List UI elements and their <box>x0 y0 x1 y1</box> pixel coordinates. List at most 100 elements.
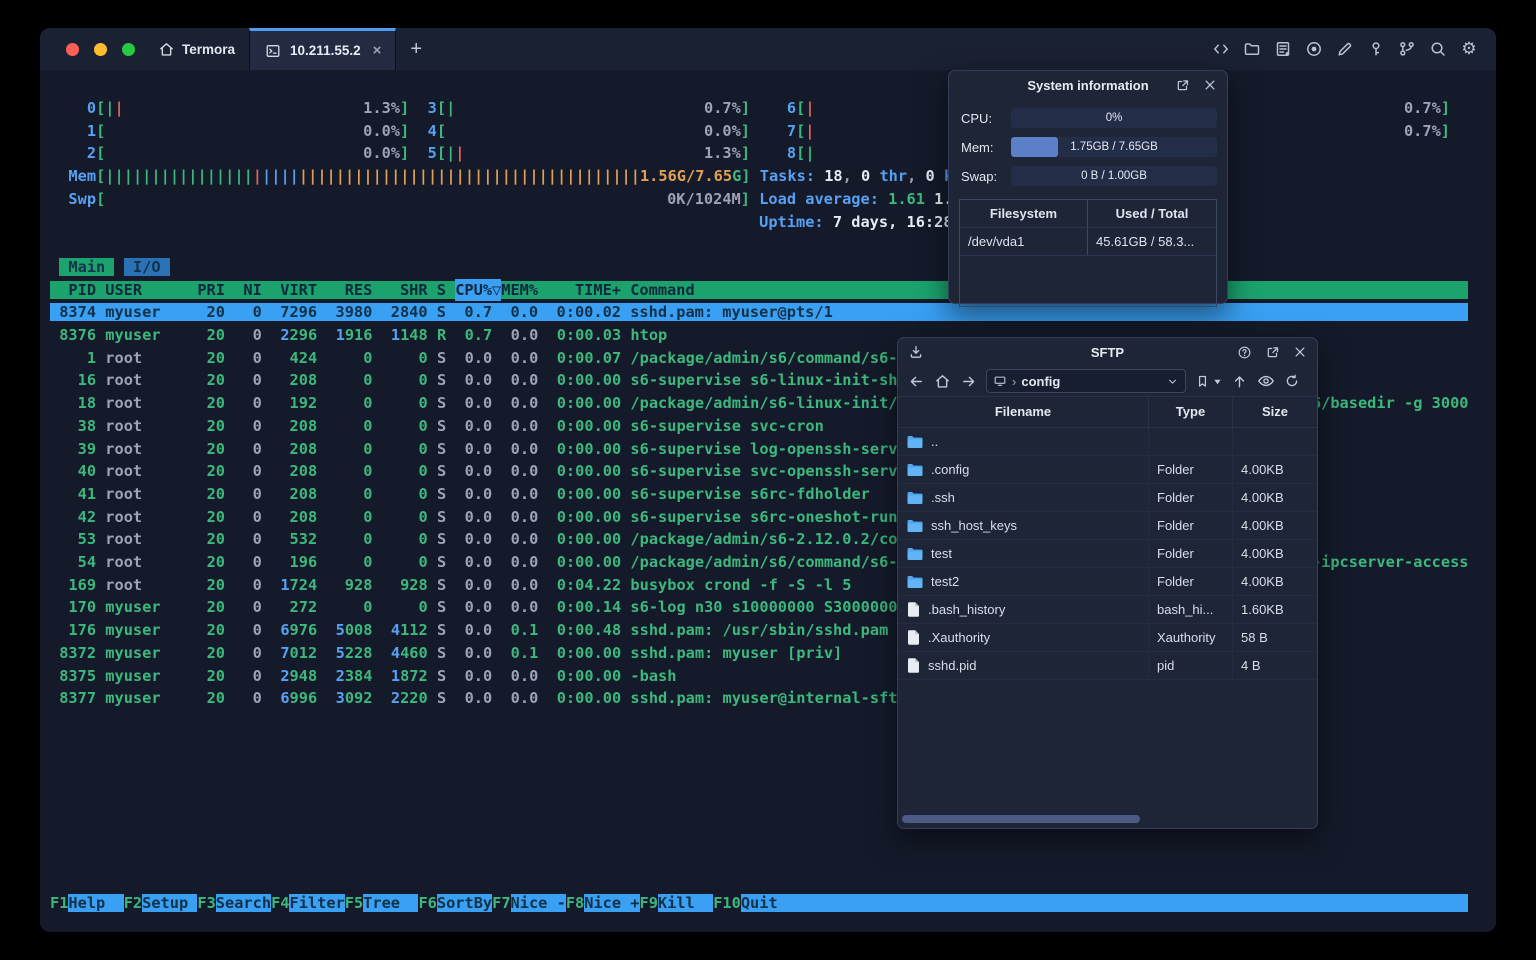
folder-icon[interactable] <box>1243 40 1261 58</box>
new-tab-button[interactable]: + <box>396 38 436 61</box>
sftp-file-row[interactable]: .. <box>898 428 1317 456</box>
close-window-button[interactable] <box>66 42 79 56</box>
file-name: .ssh <box>931 490 955 505</box>
home-icon <box>157 40 175 58</box>
type-column-header[interactable]: Type <box>1149 397 1233 427</box>
file-icon <box>907 658 920 673</box>
folder-icon <box>907 519 923 533</box>
mem-label: Mem: <box>961 139 994 155</box>
used-total-column-header: Used / Total <box>1115 206 1189 221</box>
notes-icon[interactable] <box>1274 40 1292 58</box>
path-breadcrumb[interactable]: › config <box>986 369 1186 393</box>
mem-usage-value: 1.75GB / 7.65GB <box>1070 141 1158 153</box>
htop-tab-io[interactable]: I/O <box>123 257 170 276</box>
minimize-window-button[interactable] <box>94 42 107 56</box>
open-in-window-icon[interactable] <box>1265 345 1280 360</box>
sftp-file-list: .. .config Folder 4.00KB .ssh Folder 4.00KB ssh… <box>898 428 1317 680</box>
sftp-file-row[interactable]: test Folder 4.00KB <box>898 540 1317 568</box>
fkey-F5[interactable]: Tree <box>363 893 419 912</box>
file-name: test2 <box>931 574 960 589</box>
process-table-header[interactable]: PID USER PRI NI VIRT RES SHR S CPU%▽MEM%… <box>50 278 1469 302</box>
filesystem-table: Filesystem Used / Total /dev/vda1 45.61GB… <box>959 199 1217 307</box>
upload-icon[interactable] <box>1231 373 1248 390</box>
filename-column-header[interactable]: Filename <box>898 397 1149 427</box>
zoom-window-button[interactable] <box>122 42 135 56</box>
app-title: Termora <box>182 41 236 57</box>
selected-process-row[interactable]: 8374 myuser 20 0 7296 3980 2840 S 0.7 0.… <box>50 303 1469 322</box>
file-type: pid <box>1149 652 1233 679</box>
htop-tab-main[interactable]: Main <box>59 257 115 276</box>
fkey-F10[interactable]: Quit <box>740 893 797 912</box>
bookmark-icon[interactable] <box>1195 374 1210 389</box>
swap-label: Swap: <box>961 168 998 184</box>
show-hidden-files-icon[interactable] <box>1257 372 1275 390</box>
open-in-window-icon[interactable] <box>1175 78 1190 93</box>
forward-icon[interactable] <box>960 373 977 390</box>
fkey-F2[interactable]: Setup <box>142 893 198 912</box>
fkey-F7[interactable]: Nice - <box>510 893 566 912</box>
close-panel-icon[interactable] <box>1293 345 1307 359</box>
file-name: .. <box>931 434 939 449</box>
home-icon[interactable] <box>934 373 951 390</box>
pencil-icon[interactable] <box>1336 40 1354 58</box>
close-panel-icon[interactable] <box>1203 78 1217 92</box>
fkey-F3[interactable]: Search <box>215 893 272 912</box>
file-name: sshd.pid <box>928 658 977 673</box>
sftp-file-row[interactable]: .Xauthority Xauthority 58 B <box>898 624 1317 652</box>
sftp-title: SFTP <box>1090 344 1125 360</box>
bookmark-dropdown-icon[interactable] <box>1213 377 1222 386</box>
swap-usage-row: Swap: 0 B / 1.00GB <box>961 166 1217 186</box>
file-size: 58 B <box>1241 630 1268 645</box>
terminal-icon <box>264 42 282 60</box>
sftp-file-row[interactable]: sshd.pid pid 4 B <box>898 652 1317 680</box>
app-home-button[interactable]: Termora <box>157 40 235 58</box>
sftp-file-row[interactable]: .ssh Folder 4.00KB <box>898 484 1317 512</box>
search-icon[interactable] <box>1429 40 1447 58</box>
key-icon[interactable] <box>1367 40 1385 58</box>
refresh-icon[interactable] <box>1284 373 1300 389</box>
chevron-down-icon[interactable] <box>1166 375 1179 388</box>
file-size: 4.00KB <box>1241 546 1284 561</box>
file-size: 4.00KB <box>1241 574 1284 589</box>
sort-column-cpu[interactable]: CPU%▽ <box>455 278 502 302</box>
close-tab-icon[interactable]: × <box>373 42 382 59</box>
sftp-file-row[interactable]: .bash_history bash_hi... 1.60KB <box>898 596 1317 624</box>
branch-icon[interactable] <box>1398 40 1416 58</box>
horizontal-scrollbar[interactable] <box>902 815 1140 823</box>
fkey-F9[interactable]: Kill <box>657 893 714 912</box>
size-column-header[interactable]: Size <box>1233 397 1317 427</box>
file-type: Folder <box>1149 568 1233 595</box>
filesystem-row[interactable]: /dev/vda1 45.61GB / 58.3... <box>960 228 1216 256</box>
tab-session[interactable]: 10.211.55.2 × <box>249 28 397 70</box>
swap-usage-bar: 0 B / 1.00GB <box>1011 166 1217 186</box>
traffic-lights <box>40 42 135 56</box>
swap-usage-value: 0 B / 1.00GB <box>1081 170 1147 182</box>
help-icon[interactable] <box>1237 345 1252 360</box>
folder-icon <box>907 491 923 505</box>
download-icon[interactable] <box>908 344 924 360</box>
filesystem-table-header: Filesystem Used / Total <box>960 200 1216 228</box>
file-type: Folder <box>1149 540 1233 567</box>
file-name: .config <box>931 462 970 477</box>
tab-title: 10.211.55.2 <box>290 43 361 58</box>
sftp-file-row[interactable]: ssh_host_keys Folder 4.00KB <box>898 512 1317 540</box>
back-icon[interactable] <box>908 373 925 390</box>
fkey-F6[interactable]: SortBy <box>436 893 493 912</box>
settings-icon[interactable]: ⚙ <box>1460 40 1478 58</box>
file-name: .Xauthority <box>928 630 991 645</box>
sftp-file-row[interactable]: test2 Folder 4.00KB <box>898 568 1317 596</box>
sftp-title-bar[interactable]: SFTP <box>898 338 1317 366</box>
file-size: 4 B <box>1241 658 1261 673</box>
record-icon[interactable] <box>1305 40 1323 58</box>
fkey-F1[interactable]: Help <box>68 893 124 912</box>
file-size: 4.00KB <box>1241 490 1284 505</box>
current-directory: config <box>1021 373 1061 389</box>
system-information-title-bar[interactable]: System information <box>949 71 1227 99</box>
fkey-F4[interactable]: Filter <box>289 893 345 912</box>
sftp-file-row[interactable]: .config Folder 4.00KB <box>898 456 1317 484</box>
sftp-toolbar: › config <box>898 366 1317 396</box>
code-icon[interactable] <box>1212 40 1230 58</box>
fkey-F8[interactable]: Nice + <box>584 893 640 912</box>
cpu-usage-row: CPU: 0% <box>961 108 1217 128</box>
app-window: Termora 10.211.55.2 × + ⚙ 0[|| 1.3%] 3[|… <box>40 28 1496 932</box>
